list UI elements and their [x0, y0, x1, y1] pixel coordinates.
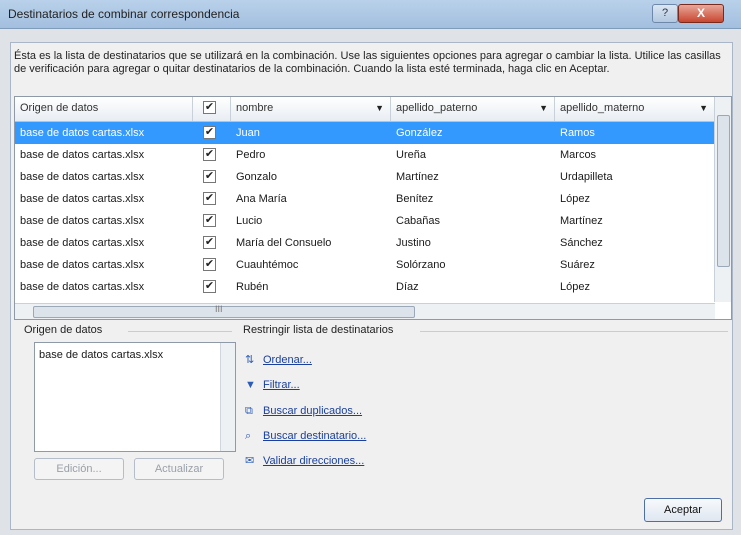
- divider: [128, 331, 232, 332]
- row-apellido-materno: Suárez: [560, 259, 595, 271]
- filter-link[interactable]: Filtrar...: [263, 379, 300, 391]
- row-nombre: Pedro: [236, 149, 266, 161]
- row-checkbox[interactable]: ✔: [203, 214, 216, 227]
- window-title: Destinatarios de combinar correspondenci…: [8, 7, 240, 21]
- row-apellido-paterno: Benítez: [396, 193, 434, 205]
- instructions-text: Ésta es la lista de destinatarios que se…: [14, 50, 721, 75]
- row-source: base de datos cartas.xlsx: [20, 149, 145, 161]
- row-checkbox[interactable]: ✔: [203, 258, 216, 271]
- row-apellido-materno: López: [560, 281, 590, 293]
- row-source: base de datos cartas.xlsx: [20, 259, 145, 271]
- row-apellido-paterno: González: [396, 127, 443, 139]
- validate-addresses-link[interactable]: Validar direcciones...: [263, 455, 364, 467]
- header-nombre-label: nombre: [236, 102, 274, 114]
- header-apellido-materno-label: apellido_materno: [560, 102, 645, 114]
- row-nombre: Rubén: [236, 281, 269, 293]
- row-source: base de datos cartas.xlsx: [20, 237, 145, 249]
- row-apellido-materno: López: [560, 193, 590, 205]
- data-source-list[interactable]: base de datos cartas.xlsx: [34, 342, 236, 452]
- row-apellido-paterno: Martínez: [396, 171, 439, 183]
- find-recipient-icon: ⌕: [245, 430, 252, 442]
- list-item[interactable]: base de datos cartas.xlsx: [39, 349, 163, 361]
- table-row[interactable]: base de datos cartas.xlsx ✔ Juan Gonzále…: [15, 122, 715, 144]
- sort-icon: ⇅: [245, 354, 255, 366]
- select-all-checkbox[interactable]: ✔: [203, 101, 216, 114]
- find-recipient-link[interactable]: Buscar destinatario...: [263, 430, 366, 442]
- data-source-label: Origen de datos: [24, 324, 103, 336]
- close-button[interactable]: X: [678, 4, 724, 23]
- header-apellido-paterno-label: apellido_paterno: [396, 102, 478, 114]
- row-nombre: Ana María: [236, 193, 287, 205]
- row-nombre: Cuauhtémoc: [236, 259, 299, 271]
- header-nombre[interactable]: nombre ▼: [231, 97, 391, 121]
- vertical-scroll-thumb[interactable]: [717, 115, 730, 267]
- horizontal-scroll-thumb[interactable]: [33, 306, 415, 318]
- header-data-source[interactable]: Origen de datos: [15, 97, 193, 121]
- help-button[interactable]: ?: [652, 4, 678, 23]
- row-apellido-materno: Martínez: [560, 215, 603, 227]
- header-apellido-materno[interactable]: apellido_materno ▼: [555, 97, 715, 121]
- header-select-all[interactable]: ✔: [193, 97, 231, 121]
- row-apellido-paterno: Solórzano: [396, 259, 446, 271]
- row-source: base de datos cartas.xlsx: [20, 193, 145, 205]
- table-row[interactable]: base de datos cartas.xlsx ✔ Lucio Cabaña…: [15, 210, 715, 232]
- sort-link[interactable]: Ordenar...: [263, 354, 312, 366]
- vertical-scrollbar[interactable]: [714, 97, 731, 302]
- row-checkbox[interactable]: ✔: [203, 126, 216, 139]
- title-bar: Destinatarios de combinar correspondenci…: [0, 0, 741, 29]
- table-row[interactable]: base de datos cartas.xlsx ✔ Gonzalo Mart…: [15, 166, 715, 188]
- chevron-down-icon[interactable]: ▼: [699, 97, 708, 119]
- scroll-grip: III: [215, 304, 223, 314]
- row-apellido-materno: Urdapilleta: [560, 171, 613, 183]
- row-source: base de datos cartas.xlsx: [20, 171, 145, 183]
- row-apellido-paterno: Díaz: [396, 281, 419, 293]
- ok-button[interactable]: Aceptar: [644, 498, 722, 522]
- row-apellido-materno: Ramos: [560, 127, 595, 139]
- table-row[interactable]: base de datos cartas.xlsx ✔ Pedro Ureña …: [15, 144, 715, 166]
- table-row[interactable]: base de datos cartas.xlsx ✔ Rubén Díaz L…: [15, 276, 715, 298]
- row-apellido-paterno: Justino: [396, 237, 431, 249]
- duplicates-icon: ⧉: [245, 405, 253, 417]
- row-nombre: María del Consuelo: [236, 237, 332, 249]
- filter-icon: ▼: [245, 379, 256, 391]
- refresh-button[interactable]: Actualizar: [134, 458, 224, 480]
- row-checkbox[interactable]: ✔: [203, 192, 216, 205]
- row-source: base de datos cartas.xlsx: [20, 127, 145, 139]
- refine-list-label: Restringir lista de destinatarios: [243, 324, 394, 336]
- row-checkbox[interactable]: ✔: [203, 236, 216, 249]
- header-data-source-label: Origen de datos: [20, 102, 99, 114]
- row-nombre: Lucio: [236, 215, 263, 227]
- row-checkbox[interactable]: ✔: [203, 280, 216, 293]
- header-apellido-paterno[interactable]: apellido_paterno ▼: [391, 97, 555, 121]
- row-nombre: Juan: [236, 127, 260, 139]
- horizontal-scrollbar[interactable]: III: [15, 303, 715, 319]
- chevron-down-icon[interactable]: ▼: [375, 97, 384, 119]
- row-apellido-paterno: Ureña: [396, 149, 426, 161]
- row-nombre: Gonzalo: [236, 171, 277, 183]
- chevron-down-icon[interactable]: ▼: [539, 97, 548, 119]
- row-source: base de datos cartas.xlsx: [20, 281, 145, 293]
- find-duplicates-link[interactable]: Buscar duplicados...: [263, 405, 362, 417]
- row-apellido-materno: Sánchez: [560, 237, 603, 249]
- row-apellido-paterno: Cabañas: [396, 215, 441, 227]
- recipients-grid[interactable]: Origen de datos ✔ nombre ▼ apellido_pate…: [14, 96, 732, 320]
- edit-button[interactable]: Edición...: [34, 458, 124, 480]
- row-apellido-materno: Marcos: [560, 149, 597, 161]
- grid-header: Origen de datos ✔ nombre ▼ apellido_pate…: [15, 97, 731, 122]
- row-source: base de datos cartas.xlsx: [20, 215, 145, 227]
- table-row[interactable]: base de datos cartas.xlsx ✔ Cuauhtémoc S…: [15, 254, 715, 276]
- table-row[interactable]: base de datos cartas.xlsx ✔ María del Co…: [15, 232, 715, 254]
- row-checkbox[interactable]: ✔: [203, 148, 216, 161]
- row-checkbox[interactable]: ✔: [203, 170, 216, 183]
- divider: [420, 331, 728, 332]
- table-row[interactable]: base de datos cartas.xlsx ✔ Ana María Be…: [15, 188, 715, 210]
- validate-addresses-icon: ✉: [245, 455, 255, 467]
- source-list-scrollbar[interactable]: [220, 343, 235, 451]
